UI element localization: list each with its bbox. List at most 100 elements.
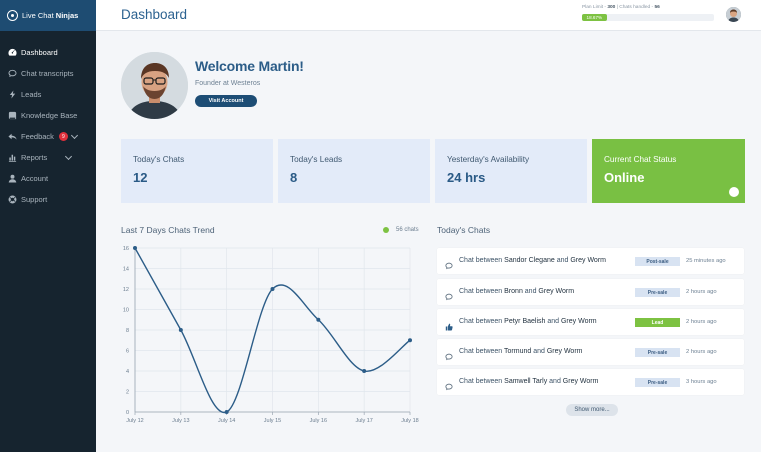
chat-row[interactable]: Chat between Sandor Clegane and Grey Wor…: [437, 248, 744, 274]
data-point: [133, 246, 137, 250]
data-point: [178, 328, 183, 332]
x-tick-label: July 14: [218, 418, 235, 424]
chat-bubble-icon: [445, 288, 453, 301]
stat-card-todays-leads: Today's Leads 8: [278, 139, 430, 203]
data-point: [224, 410, 229, 414]
chat-time: 2 hours ago: [686, 349, 717, 355]
chat-time: 3 hours ago: [686, 379, 717, 385]
chat-tag: Lead: [635, 318, 680, 327]
legend-dot-icon: [383, 227, 389, 233]
x-tick-label: July 12: [126, 418, 143, 424]
brand[interactable]: Live Chat Ninjas: [0, 0, 96, 31]
sidebar-item-account[interactable]: Account: [0, 168, 96, 189]
visit-account-button[interactable]: Visit Account: [195, 95, 257, 107]
sidebar-item-label: Leads: [21, 90, 42, 99]
plan-usage-progress: 18.67%: [582, 14, 714, 21]
trend-title: Last 7 Days Chats Trend: [121, 225, 215, 235]
reply-icon: [8, 132, 17, 141]
sidebar-nav: Dashboard Chat transcripts Leads Knowled…: [0, 42, 96, 210]
sidebar-item-label: Support: [21, 195, 48, 204]
bar-chart-icon: [8, 153, 17, 162]
trend-chart: 0 2 4 6 8 10 12 14 16 July 12 July 13 July 14 July 1…: [123, 246, 419, 424]
sidebar-item-feedback[interactable]: Feedback 9: [0, 126, 96, 147]
sidebar-item-dashboard[interactable]: Dashboard: [0, 42, 96, 63]
x-tick-label: July 18: [401, 418, 418, 424]
stat-label: Yesterday's Availability: [447, 155, 530, 164]
y-tick-label: 8: [126, 328, 129, 334]
data-point: [270, 287, 275, 291]
chat-time: 25 minutes ago: [686, 258, 726, 264]
stat-value: 12: [133, 170, 148, 185]
chat-row[interactable]: Chat between Tormund and Grey Worm Pre-s…: [437, 339, 744, 365]
chat-description: Chat between Samwell Tarly and Grey Worm: [459, 378, 599, 385]
y-tick-label: 6: [126, 349, 129, 355]
chat-row[interactable]: Chat between Petyr Baelish and Grey Worm…: [437, 309, 744, 335]
todays-chats-title: Today's Chats: [437, 225, 491, 235]
user-avatar[interactable]: [726, 7, 741, 22]
sidebar-item-support[interactable]: Support: [0, 189, 96, 210]
stat-card-todays-chats: Today's Chats 12: [121, 139, 273, 203]
chat-time: 2 hours ago: [686, 289, 717, 295]
chat-tag: Post-sale: [635, 257, 680, 266]
stat-label: Today's Leads: [290, 155, 343, 164]
book-icon: [8, 111, 17, 120]
chat-tag: Pre-sale: [635, 378, 680, 387]
y-tick-label: 12: [123, 287, 129, 293]
stat-value: Online: [604, 170, 645, 185]
chat-description: Chat between Tormund and Grey Worm: [459, 348, 583, 355]
top-bar: Dashboard Plan Limit - 300 | Chats handl…: [96, 0, 761, 31]
page-title: Dashboard: [121, 7, 188, 22]
chat-time: 2 hours ago: [686, 319, 717, 325]
chat-row[interactable]: Chat between Bronn and Grey Worm Pre-sal…: [437, 279, 744, 305]
plan-usage-text: Plan Limit - 300 | Chats handled - 56: [582, 5, 660, 10]
lifebuoy-icon: [8, 195, 17, 204]
y-tick-label: 16: [123, 246, 129, 252]
welcome-heading: Welcome Martin!: [195, 58, 304, 74]
x-tick-label: July 17: [355, 418, 372, 424]
sidebar-item-label: Account: [21, 174, 49, 183]
app-name: Live Chat Ninjas: [22, 11, 79, 20]
y-tick-label: 10: [123, 308, 129, 314]
bolt-icon: [8, 90, 17, 99]
stat-card-chat-status[interactable]: Current Chat Status Online: [592, 139, 745, 203]
chat-description: Chat between Bronn and Grey Worm: [459, 288, 575, 295]
y-tick-label: 14: [123, 267, 129, 273]
y-tick-label: 2: [126, 390, 129, 396]
x-tick-label: July 15: [264, 418, 281, 424]
sidebar-item-label: Reports: [21, 153, 48, 162]
stat-label: Current Chat Status: [604, 155, 677, 164]
profile-subtitle: Founder at Westeros: [195, 80, 261, 87]
stat-label: Today's Chats: [133, 155, 185, 164]
legend-label: 56 chats: [396, 227, 419, 233]
sidebar-item-label: Knowledge Base: [21, 111, 78, 120]
chevron-down-icon: [65, 152, 73, 160]
sidebar-item-reports[interactable]: Reports: [0, 147, 96, 168]
stat-card-availability: Yesterday's Availability 24 hrs: [435, 139, 587, 203]
sidebar-item-chat-transcripts[interactable]: Chat transcripts: [0, 63, 96, 84]
sidebar-item-label: Dashboard: [21, 48, 58, 57]
stat-value: 8: [290, 170, 298, 185]
chat-bubble-icon: [445, 378, 453, 391]
x-tick-label: July 13: [172, 418, 189, 424]
data-point: [316, 317, 321, 322]
chat-bubble-icon: [8, 69, 17, 78]
chat-tag: Pre-sale: [635, 288, 680, 297]
chat-description: Chat between Sandor Clegane and Grey Wor…: [459, 257, 606, 264]
dashboard-icon: [8, 48, 17, 57]
x-tick-label: July 16: [310, 418, 327, 424]
status-toggle-icon[interactable]: [729, 187, 739, 197]
chart-legend: 56 chats: [383, 227, 419, 233]
chat-row[interactable]: Chat between Samwell Tarly and Grey Worm…: [437, 369, 744, 395]
chevron-down-icon: [70, 131, 78, 139]
sidebar-item-label: Chat transcripts: [21, 69, 74, 78]
data-point: [362, 369, 367, 373]
stat-value: 24 hrs: [447, 170, 486, 185]
sidebar-item-leads[interactable]: Leads: [0, 84, 96, 105]
sidebar: Live Chat Ninjas Dashboard Chat transcri…: [0, 0, 96, 452]
thumbs-up-icon: [445, 318, 453, 331]
logo-icon: [7, 10, 18, 21]
sidebar-item-knowledge-base[interactable]: Knowledge Base: [0, 105, 96, 126]
chat-description: Chat between Petyr Baelish and Grey Worm: [459, 318, 597, 325]
y-tick-label: 4: [126, 369, 129, 375]
show-more-button[interactable]: Show more...: [566, 404, 618, 416]
